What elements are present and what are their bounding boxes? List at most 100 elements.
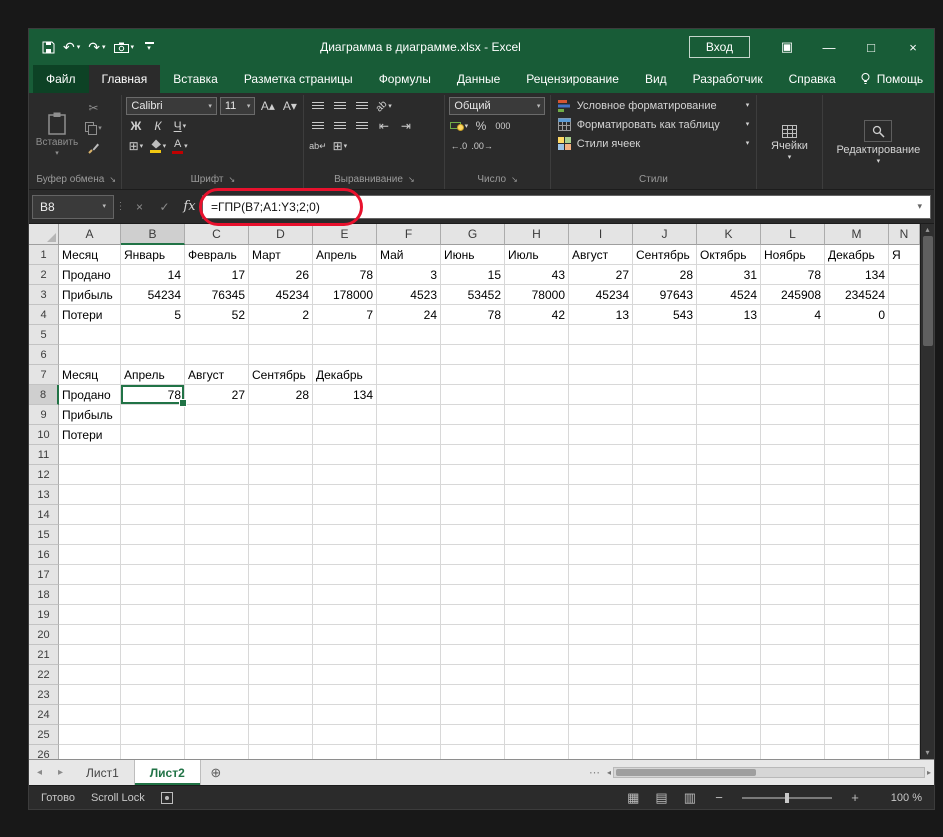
cell-C10[interactable] (185, 425, 249, 445)
row-header-15[interactable]: 15 (29, 525, 59, 545)
cell-I9[interactable] (569, 405, 633, 425)
cell-C23[interactable] (185, 685, 249, 705)
cell-L19[interactable] (761, 605, 825, 625)
cell-L1[interactable]: Ноябрь (761, 245, 825, 265)
cell-E23[interactable] (313, 685, 377, 705)
cell-A23[interactable] (59, 685, 121, 705)
cell-M13[interactable] (825, 485, 889, 505)
decrease-font-size-button[interactable]: А▾ (280, 97, 299, 115)
cell-B23[interactable] (121, 685, 185, 705)
cell-A20[interactable] (59, 625, 121, 645)
column-header-B[interactable]: B (121, 224, 185, 245)
cell-C15[interactable] (185, 525, 249, 545)
alignment-dialog-launcher[interactable]: ↘ (408, 175, 415, 184)
cell-G2[interactable]: 15 (441, 265, 505, 285)
cell-G3[interactable]: 53452 (441, 285, 505, 305)
cell-L12[interactable] (761, 465, 825, 485)
cell-I22[interactable] (569, 665, 633, 685)
cell-C5[interactable] (185, 325, 249, 345)
cell-H7[interactable] (505, 365, 569, 385)
cell-N3[interactable] (889, 285, 920, 305)
cell-A4[interactable]: Потери (59, 305, 121, 325)
cell-C24[interactable] (185, 705, 249, 725)
cell-N21[interactable] (889, 645, 920, 665)
zoom-out-button[interactable]: − (712, 790, 726, 805)
cell-I23[interactable] (569, 685, 633, 705)
cell-C16[interactable] (185, 545, 249, 565)
cell-G7[interactable] (441, 365, 505, 385)
row-header-14[interactable]: 14 (29, 505, 59, 525)
cell-F17[interactable] (377, 565, 441, 585)
cell-L13[interactable] (761, 485, 825, 505)
cell-F2[interactable]: 3 (377, 265, 441, 285)
cell-M5[interactable] (825, 325, 889, 345)
cell-M11[interactable] (825, 445, 889, 465)
cell-L10[interactable] (761, 425, 825, 445)
tab-home[interactable]: Главная (89, 65, 161, 93)
cell-G1[interactable]: Июнь (441, 245, 505, 265)
tab-insert[interactable]: Вставка (160, 65, 231, 93)
cell-H13[interactable] (505, 485, 569, 505)
cell-B14[interactable] (121, 505, 185, 525)
cell-B3[interactable]: 54234 (121, 285, 185, 305)
cell-D17[interactable] (249, 565, 313, 585)
cell-B11[interactable] (121, 445, 185, 465)
cell-D9[interactable] (249, 405, 313, 425)
cell-K10[interactable] (697, 425, 761, 445)
cell-M4[interactable]: 0 (825, 305, 889, 325)
row-header-16[interactable]: 16 (29, 545, 59, 565)
cell-M16[interactable] (825, 545, 889, 565)
cell-B22[interactable] (121, 665, 185, 685)
cell-E9[interactable] (313, 405, 377, 425)
cell-H22[interactable] (505, 665, 569, 685)
align-top-button[interactable] (308, 97, 327, 115)
row-header-10[interactable]: 10 (29, 425, 59, 445)
view-normal-button[interactable]: ▦ (627, 790, 639, 806)
minimize-button[interactable]: — (808, 29, 850, 65)
vertical-scrollbar[interactable]: ▴ ▾ (920, 224, 934, 759)
cell-M24[interactable] (825, 705, 889, 725)
cell-J23[interactable] (633, 685, 697, 705)
cell-E6[interactable] (313, 345, 377, 365)
cell-I7[interactable] (569, 365, 633, 385)
cell-L14[interactable] (761, 505, 825, 525)
tab-page-layout[interactable]: Разметка страницы (231, 65, 366, 93)
cell-K15[interactable] (697, 525, 761, 545)
cell-C2[interactable]: 17 (185, 265, 249, 285)
cell-E10[interactable] (313, 425, 377, 445)
cell-I12[interactable] (569, 465, 633, 485)
cell-H2[interactable]: 43 (505, 265, 569, 285)
scroll-down-arrow[interactable]: ▾ (925, 748, 929, 758)
formula-bar-splitter[interactable]: ⋮ (114, 201, 127, 212)
zoom-slider-thumb[interactable] (785, 793, 789, 803)
cell-J9[interactable] (633, 405, 697, 425)
cell-N12[interactable] (889, 465, 920, 485)
cell-B2[interactable]: 14 (121, 265, 185, 285)
macro-record-icon[interactable] (161, 792, 173, 804)
redo-button[interactable]: ↷▾ (84, 34, 109, 60)
cell-H19[interactable] (505, 605, 569, 625)
horizontal-scrollbar[interactable]: ◂ ▸ (604, 760, 934, 785)
cell-F11[interactable] (377, 445, 441, 465)
cell-N24[interactable] (889, 705, 920, 725)
cell-G25[interactable] (441, 725, 505, 745)
cell-F4[interactable]: 24 (377, 305, 441, 325)
cell-N8[interactable] (889, 385, 920, 405)
cell-D1[interactable]: Март (249, 245, 313, 265)
font-name-select[interactable]: Calibri▾ (126, 97, 216, 115)
cell-D19[interactable] (249, 605, 313, 625)
column-header-K[interactable]: K (697, 224, 761, 245)
customize-quick-access-button[interactable]: ▾ (138, 34, 160, 60)
cell-E25[interactable] (313, 725, 377, 745)
column-header-H[interactable]: H (505, 224, 569, 245)
view-page-break-button[interactable]: ▥ (684, 790, 696, 806)
cell-B19[interactable] (121, 605, 185, 625)
cell-G10[interactable] (441, 425, 505, 445)
cell-K13[interactable] (697, 485, 761, 505)
borders-button[interactable]: ⊞▾ (126, 137, 145, 155)
cell-F10[interactable] (377, 425, 441, 445)
cell-H20[interactable] (505, 625, 569, 645)
sheet-tab-list2[interactable]: Лист2 (135, 760, 201, 785)
cell-M17[interactable] (825, 565, 889, 585)
cell-J26[interactable] (633, 745, 697, 759)
